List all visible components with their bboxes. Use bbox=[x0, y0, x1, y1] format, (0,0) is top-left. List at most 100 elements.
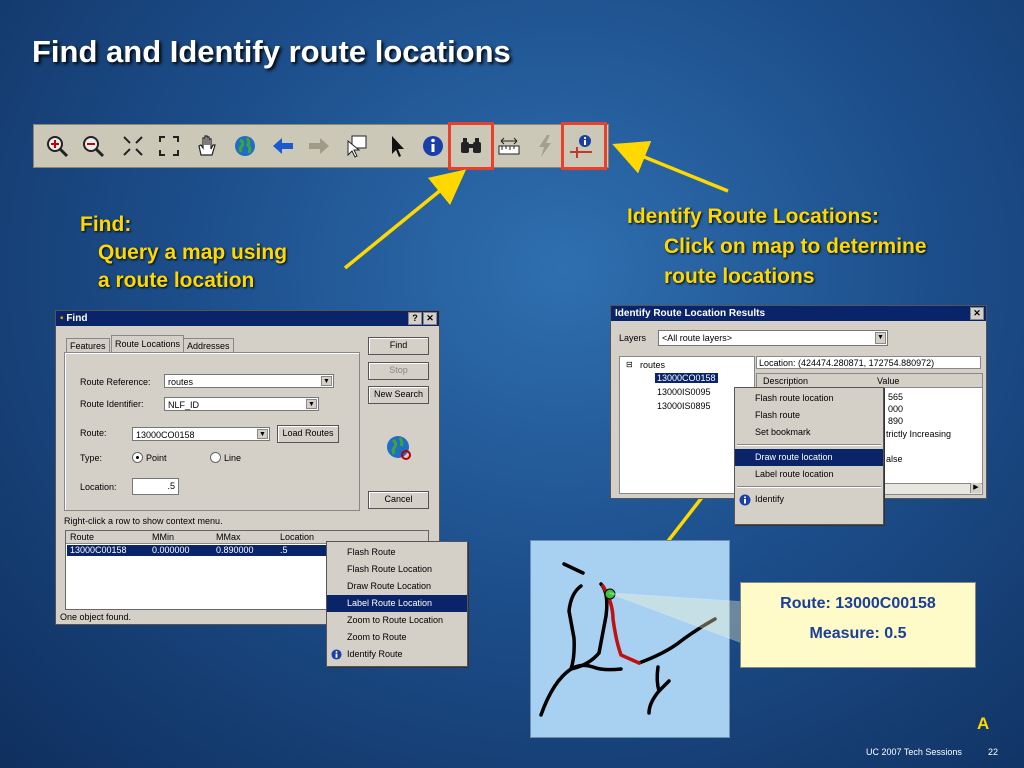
tree-item[interactable]: 13000CO0158 bbox=[655, 373, 718, 383]
menu-item-identify[interactable]: Identify bbox=[735, 491, 883, 508]
footer-event: UC 2007 Tech Sessions bbox=[866, 747, 962, 757]
window-icon: ▪ bbox=[60, 313, 64, 324]
close-icon[interactable]: ✕ bbox=[970, 307, 984, 320]
table-cell: 0.000000 bbox=[152, 545, 190, 555]
menu-item-label-route-location[interactable]: Label route location bbox=[735, 466, 883, 483]
location-readout: Location: (424474.280871, 172754.880972) bbox=[756, 356, 981, 369]
route-label: Route: bbox=[80, 428, 107, 438]
tab-route-locations[interactable]: Route Locations bbox=[111, 335, 185, 353]
identify-callout-line1: Click on map to determine bbox=[664, 235, 927, 258]
table-cell: 13000C00158 bbox=[70, 545, 127, 555]
status-text: One object found. bbox=[60, 612, 132, 622]
tab-addresses[interactable]: Addresses bbox=[183, 338, 234, 353]
column-header-mmin[interactable]: MMin bbox=[152, 532, 174, 542]
route-value: 13000CO0158 bbox=[136, 430, 195, 440]
layers-label: Layers bbox=[619, 333, 647, 343]
chevron-down-icon: ▼ bbox=[875, 332, 886, 344]
close-icon[interactable]: ✕ bbox=[423, 312, 437, 325]
label-leader bbox=[608, 592, 746, 645]
column-header-location[interactable]: Location bbox=[280, 532, 314, 542]
menu-item-flash-route-location[interactable]: Flash Route Location bbox=[327, 561, 467, 578]
attribute-grid-header: Description Value bbox=[757, 374, 982, 388]
table-cell: 0.890000 bbox=[216, 545, 254, 555]
chevron-down-icon: ▼ bbox=[306, 399, 317, 409]
stop-button[interactable]: Stop bbox=[368, 362, 429, 380]
slide-label-a: A bbox=[977, 714, 990, 733]
find-context-menu: Flash Route Flash Route Location Draw Ro… bbox=[326, 541, 468, 667]
menu-item-flash-route[interactable]: Flash Route bbox=[327, 544, 467, 561]
attribute-value: 565 bbox=[888, 392, 904, 402]
route-label-text: Route: 13000C00158 bbox=[780, 595, 936, 612]
location-input[interactable]: .5 bbox=[132, 478, 179, 495]
context-menu-hint: Right-click a row to show context menu. bbox=[64, 516, 223, 526]
menu-separator bbox=[737, 444, 881, 446]
menu-item-set-bookmark[interactable]: Set bookmark bbox=[735, 424, 883, 441]
menu-item-draw-route-location[interactable]: Draw route location bbox=[735, 449, 883, 466]
tree-item[interactable]: 13000IS0095 bbox=[657, 387, 711, 397]
road-line bbox=[567, 584, 583, 671]
find-button[interactable]: Find bbox=[368, 337, 429, 355]
find-arrow bbox=[343, 169, 467, 270]
attribute-value: alse bbox=[886, 454, 903, 464]
load-routes-button[interactable]: Load Routes bbox=[277, 425, 339, 443]
table-row[interactable]: 13000C00158 0.000000 0.890000 .5 bbox=[67, 545, 329, 556]
info-icon bbox=[331, 649, 342, 666]
route-label-box: Route: 13000C00158 Measure: 0.5 bbox=[740, 582, 976, 668]
route-reference-value: routes bbox=[168, 377, 194, 387]
menu-separator bbox=[737, 486, 881, 488]
route-identifier-select[interactable]: NLF_ID ▼ bbox=[164, 397, 319, 411]
tree-root[interactable]: routes bbox=[640, 360, 665, 370]
scroll-right-icon[interactable]: ▶ bbox=[970, 483, 981, 493]
layers-select[interactable]: <All route layers> ▼ bbox=[658, 330, 888, 346]
page-number: 22 bbox=[988, 747, 999, 757]
identify-callout-line2: route locations bbox=[664, 265, 815, 288]
chevron-down-icon: ▼ bbox=[321, 376, 332, 386]
road-line bbox=[562, 562, 585, 575]
menu-item-zoom-to-route-location[interactable]: Zoom to Route Location bbox=[327, 612, 467, 629]
location-label: Location: bbox=[80, 482, 117, 492]
menu-item-identify-route[interactable]: Identify Route bbox=[327, 646, 467, 663]
menu-item-identify-route-label: Identify Route bbox=[347, 649, 403, 659]
tab-features[interactable]: Features bbox=[66, 338, 110, 353]
road-line bbox=[539, 663, 623, 717]
route-identifier-label: Route Identifier: bbox=[80, 399, 144, 409]
attribute-value: 000 bbox=[888, 404, 904, 414]
find-callout-heading: Find: bbox=[80, 213, 132, 236]
help-button[interactable]: ? bbox=[408, 312, 422, 325]
route-reference-select[interactable]: routes ▼ bbox=[164, 374, 334, 388]
menu-item-draw-route-location[interactable]: Draw Route Location bbox=[327, 578, 467, 595]
new-search-button[interactable]: New Search bbox=[368, 386, 429, 404]
find-callout-line2: a route location bbox=[98, 269, 255, 292]
type-point-radio[interactable] bbox=[132, 452, 143, 463]
find-callout-line1: Query a map using bbox=[98, 241, 288, 264]
route-select[interactable]: 13000CO0158 ▼ bbox=[132, 427, 270, 441]
menu-item-flash-route-location[interactable]: Flash route location bbox=[735, 390, 883, 407]
cancel-button[interactable]: Cancel bbox=[368, 491, 429, 509]
type-line-label: Line bbox=[224, 453, 242, 463]
menu-item-zoom-to-route[interactable]: Zoom to Route bbox=[327, 629, 467, 646]
column-header-description[interactable]: Description bbox=[763, 376, 808, 386]
type-line-radio[interactable] bbox=[210, 452, 221, 463]
find-globe-icon bbox=[384, 433, 412, 463]
table-cell: .5 bbox=[280, 545, 288, 555]
attribute-value: 890 bbox=[888, 416, 904, 426]
menu-item-label-route-location[interactable]: Label Route Location bbox=[327, 595, 467, 612]
column-header-value[interactable]: Value bbox=[877, 376, 899, 386]
chevron-down-icon: ▼ bbox=[257, 429, 268, 439]
route-reference-label: Route Reference: bbox=[80, 377, 151, 387]
column-header-mmax[interactable]: MMax bbox=[216, 532, 241, 542]
find-dialog-titlebar: ▪ Find ? ✕ bbox=[56, 311, 439, 326]
tree-item[interactable]: 13000IS0895 bbox=[657, 401, 711, 411]
column-header-route[interactable]: Route bbox=[70, 532, 94, 542]
type-point-label: Point bbox=[146, 453, 167, 463]
type-label: Type: bbox=[80, 453, 103, 463]
identify-arrow bbox=[612, 140, 729, 193]
attribute-value: trictly Increasing bbox=[886, 429, 952, 439]
find-dialog-title: Find bbox=[66, 313, 88, 324]
identify-context-menu: Flash route location Flash route Set boo… bbox=[734, 387, 884, 525]
tree-collapse-icon[interactable]: ⊟ bbox=[626, 360, 633, 369]
route-identifier-value: NLF_ID bbox=[168, 400, 200, 410]
menu-item-flash-route[interactable]: Flash route bbox=[735, 407, 883, 424]
info-icon bbox=[739, 494, 751, 512]
menu-item-identify-label: Identify bbox=[755, 494, 785, 504]
